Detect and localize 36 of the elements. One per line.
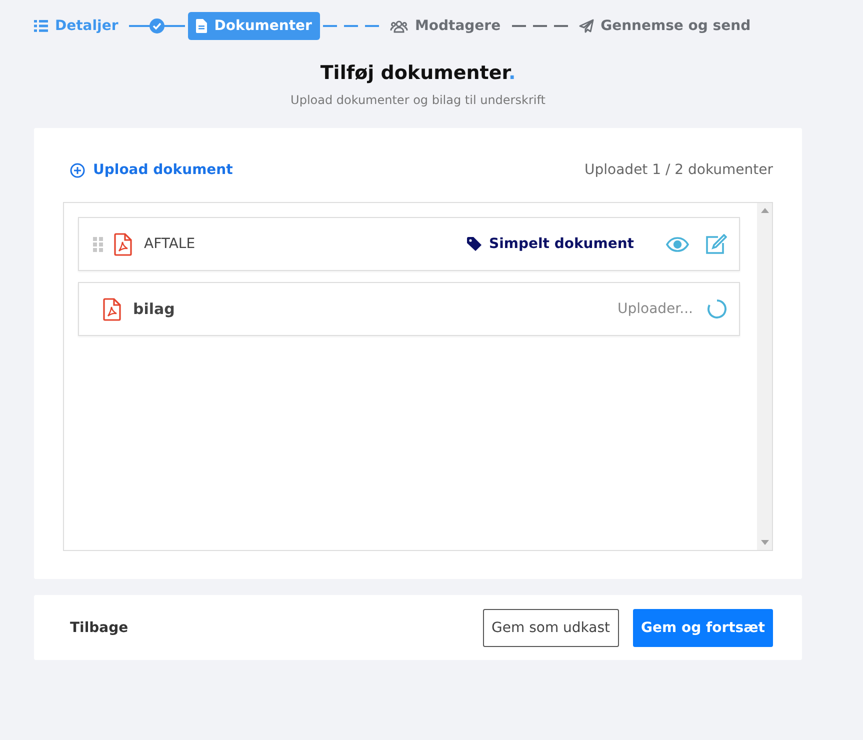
step-tab[interactable]: Detaljer xyxy=(34,12,126,40)
step-tab[interactable]: Gennemse og send xyxy=(570,12,759,40)
spinner-icon xyxy=(707,299,727,319)
pdf-file-icon xyxy=(103,298,121,320)
eye-icon[interactable] xyxy=(666,236,689,252)
pdf-file-icon xyxy=(114,232,132,256)
upload-status: Uploader... xyxy=(618,301,693,317)
completed-connector-drawing xyxy=(129,18,186,34)
tag-icon xyxy=(466,237,482,251)
plus-circle-icon xyxy=(70,162,85,178)
step-tab[interactable]: Dokumenter xyxy=(188,12,320,40)
paper-plane-icon xyxy=(578,19,594,33)
save-draft-button[interactable]: Gem som udkast xyxy=(482,608,620,646)
document-name: bilag xyxy=(133,300,175,318)
users-icon xyxy=(390,20,408,32)
upload-count: Uploadet 1 / 2 dokumenter xyxy=(584,162,773,178)
upload-document-link[interactable]: Upload dokument xyxy=(70,162,233,178)
title-dot: . xyxy=(508,62,516,84)
dashed-connector xyxy=(322,24,379,28)
drag-handle-icon[interactable] xyxy=(93,236,104,252)
page-title: Tilføj dokumenter xyxy=(320,62,508,84)
scrollbar[interactable] xyxy=(757,203,772,550)
step-tab[interactable]: Modtagere xyxy=(382,12,509,40)
document-icon xyxy=(196,19,208,33)
dashed-connector xyxy=(512,24,568,28)
save-continue-button[interactable]: Gem og fortsæt xyxy=(633,608,773,646)
document-row[interactable]: AFTALE Simpelt dokument xyxy=(78,217,740,271)
document-row[interactable]: bilag Uploader... xyxy=(78,282,740,336)
edit-icon[interactable] xyxy=(705,234,727,254)
list-icon xyxy=(34,20,48,32)
scroll-up-icon[interactable] xyxy=(760,208,768,213)
page-subtitle: Upload dokumenter og bilag til underskrift xyxy=(290,93,546,107)
scroll-down-icon[interactable] xyxy=(760,540,768,545)
document-name: AFTALE xyxy=(144,236,196,252)
back-link[interactable]: Tilbage xyxy=(70,620,128,636)
document-type: Simpelt dokument xyxy=(488,236,634,252)
